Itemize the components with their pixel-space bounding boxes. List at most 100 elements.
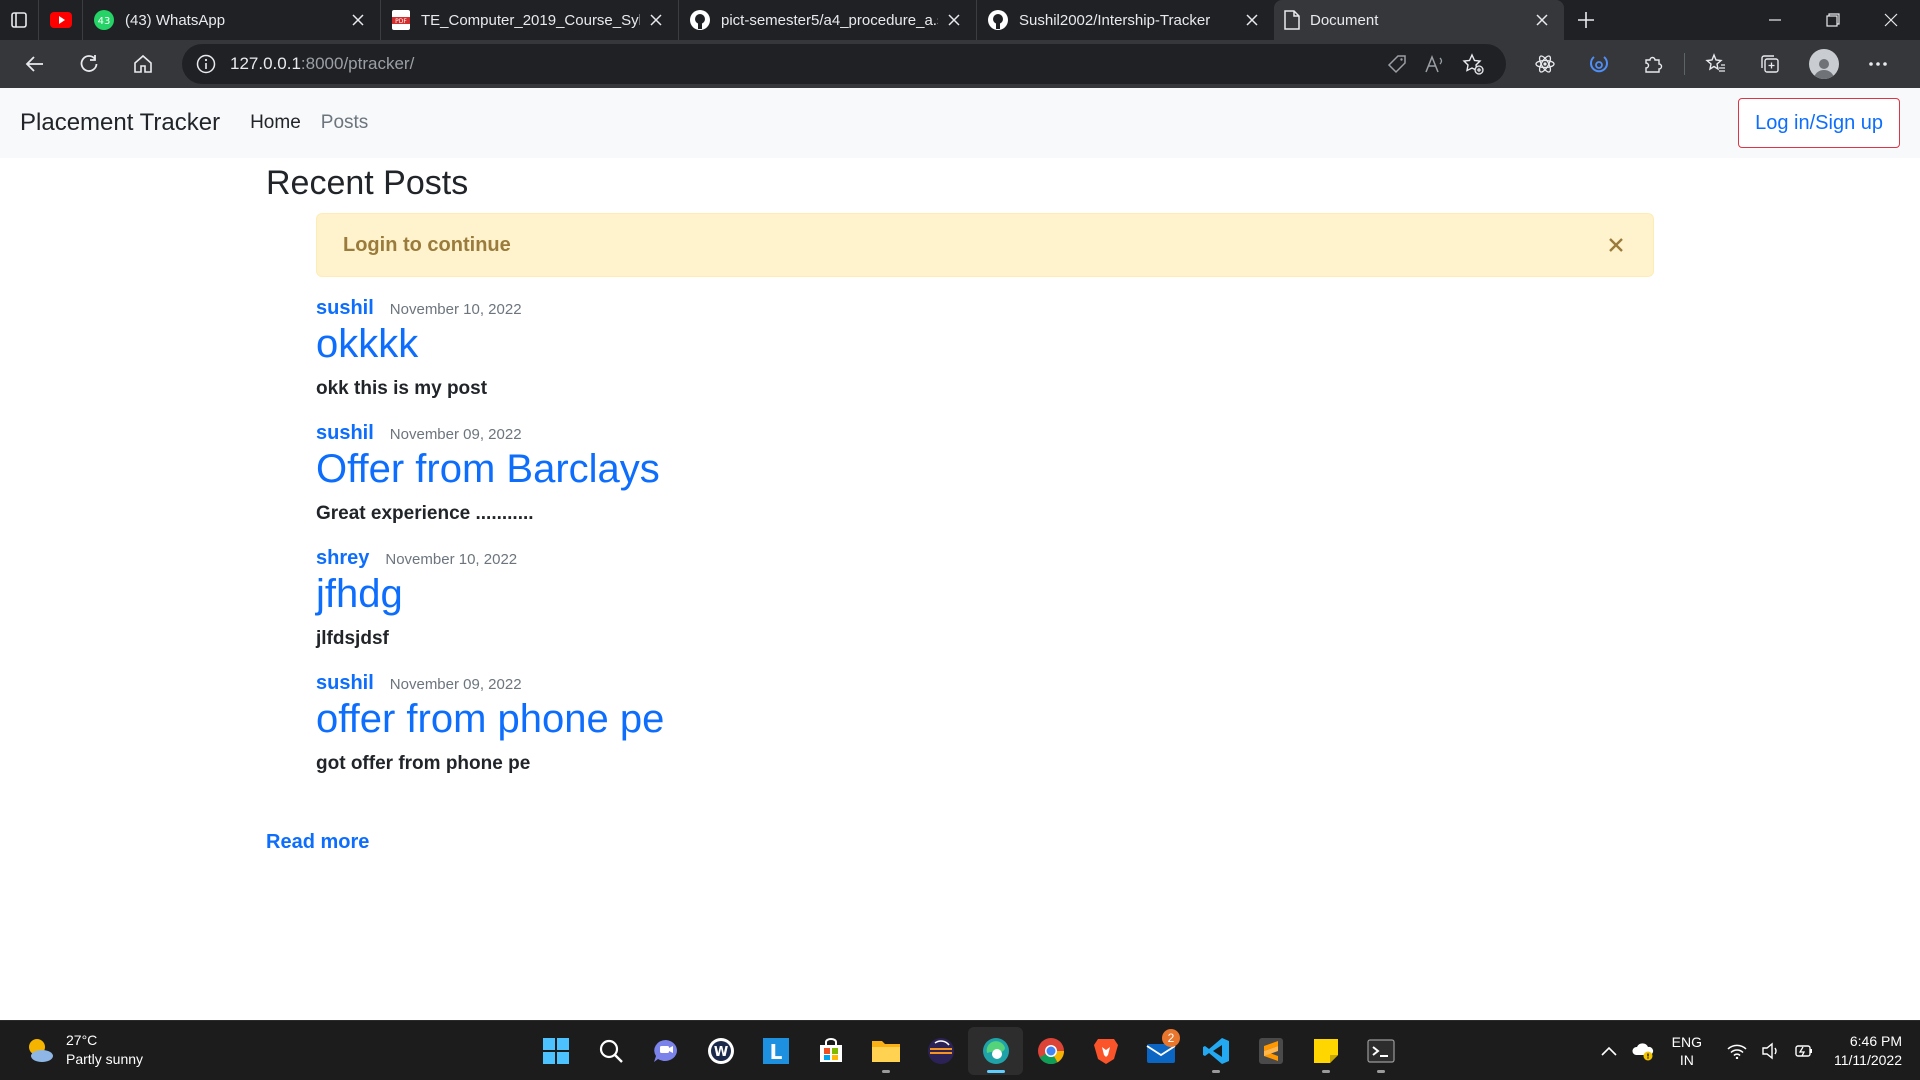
restore-icon (1826, 13, 1840, 27)
cloud-warning-icon (1632, 1043, 1653, 1061)
microsoft-store-button[interactable] (803, 1027, 858, 1075)
running-indicator (1376, 1070, 1385, 1073)
close-window-button[interactable] (1862, 0, 1920, 40)
tab-actions-button[interactable] (0, 0, 38, 40)
sublime-button[interactable] (1243, 1027, 1298, 1075)
avatar (1809, 49, 1839, 79)
minimize-button[interactable] (1746, 0, 1804, 40)
nav-posts-link[interactable]: Posts (321, 112, 369, 134)
sticky-notes-button[interactable] (1298, 1027, 1353, 1075)
post-author-link[interactable]: sushil (316, 297, 374, 320)
tab-github-pict[interactable]: pict-semester5/a4_procedure_a.s (678, 0, 976, 40)
react-devtools-button[interactable] (1518, 44, 1572, 84)
react-icon (1535, 55, 1555, 73)
teams-chat-button[interactable] (638, 1027, 693, 1075)
alert-close-button[interactable] (1605, 234, 1627, 256)
tab-pdf[interactable]: PDF TE_Computer_2019_Course_Sylla (380, 0, 678, 40)
post-author-link[interactable]: sushil (316, 422, 374, 445)
clock-button[interactable]: 6:46 PM 11/11/2022 (1834, 1032, 1902, 1070)
input-language-button[interactable]: ENG IN (1672, 1033, 1702, 1069)
profile-button[interactable] (1797, 44, 1851, 84)
url-path: :8000/ptracker/ (300, 54, 415, 73)
nav-home-link[interactable]: Home (250, 112, 301, 134)
wifi-button[interactable] (1722, 1036, 1752, 1066)
post-title-link[interactable]: offer from phone pe (316, 697, 664, 741)
close-tab-icon[interactable] (1242, 10, 1262, 30)
post-title-link[interactable]: jfhdg (316, 572, 403, 616)
add-favorite-button[interactable] (1454, 48, 1492, 80)
weather-widget[interactable]: 27°C Partly sunny (24, 1031, 143, 1069)
post-item: sushil November 09, 2022 Offer from Barc… (316, 422, 1656, 525)
terminal-button[interactable] (1353, 1027, 1408, 1075)
tab-document[interactable]: Document (1274, 0, 1564, 40)
close-icon (1884, 13, 1898, 27)
new-tab-button[interactable] (1564, 0, 1608, 40)
post-title-link[interactable]: Offer from Barclays (316, 447, 660, 491)
mail-button[interactable]: 2 (1133, 1027, 1188, 1075)
eclipse-button[interactable] (913, 1027, 968, 1075)
plus-icon (1578, 12, 1594, 28)
url-text[interactable]: 127.0.0.1:8000/ptracker/ (230, 54, 1378, 74)
app-l-button[interactable]: L (748, 1027, 803, 1075)
post-body: Great experience ........... (316, 503, 534, 524)
volume-button[interactable] (1756, 1036, 1786, 1066)
login-signup-button[interactable]: Log in/Sign up (1738, 98, 1900, 148)
window-controls (1746, 0, 1920, 40)
collections-icon (1761, 55, 1779, 73)
lang-primary: ENG (1671, 1034, 1702, 1050)
info-icon (196, 54, 216, 74)
star-add-icon (1462, 53, 1484, 75)
tab-title: Sushil2002/Intership-Tracker (1019, 11, 1211, 29)
tab-github-tracker[interactable]: Sushil2002/Intership-Tracker (976, 0, 1274, 40)
settings-more-button[interactable] (1851, 44, 1905, 84)
page-title: Recent Posts (266, 164, 469, 202)
read-aloud-icon (1425, 54, 1443, 73)
tab-whatsapp[interactable]: 43 (43) WhatsApp (82, 0, 380, 40)
speaker-icon (1762, 1042, 1777, 1060)
clock-date: 11/11/2022 (1834, 1052, 1902, 1068)
close-tab-icon[interactable] (944, 10, 964, 30)
extension-button[interactable] (1572, 44, 1626, 84)
vscode-button[interactable] (1188, 1027, 1243, 1075)
refresh-button[interactable] (66, 44, 112, 84)
address-bar[interactable]: 127.0.0.1:8000/ptracker/ (182, 44, 1506, 84)
taskbar-apps: W L 2 (528, 1027, 1408, 1075)
brand-link[interactable]: Placement Tracker (20, 109, 220, 137)
chrome-button[interactable] (1023, 1027, 1078, 1075)
extensions-button[interactable] (1626, 44, 1680, 84)
browser-tab-strip: 43 (43) WhatsApp PDF TE_Computer_2019_Co… (0, 0, 1920, 40)
read-aloud-button[interactable] (1416, 48, 1454, 80)
file-explorer-button[interactable] (858, 1027, 913, 1075)
edge-button[interactable] (968, 1027, 1023, 1075)
post-author-link[interactable]: sushil (316, 672, 374, 695)
github-icon (690, 10, 710, 30)
post-author-link[interactable]: shrey (316, 547, 369, 570)
tab-title: pict-semester5/a4_procedure_a.s (721, 11, 938, 29)
post-title-link[interactable]: okkkk (316, 322, 418, 366)
close-tab-icon[interactable] (348, 10, 368, 30)
windows-taskbar: 27°C Partly sunny W L 2 ENG IN 6:46 PM 1… (0, 1020, 1920, 1080)
lang-region: IN (1679, 1052, 1694, 1068)
pinned-tab-youtube[interactable] (38, 0, 82, 40)
app-w-button[interactable]: W (693, 1027, 748, 1075)
favorites-button[interactable] (1689, 44, 1743, 84)
start-button[interactable] (528, 1027, 583, 1075)
circle-extension-icon (1590, 56, 1608, 73)
edge-icon (982, 1038, 1009, 1064)
close-tab-icon[interactable] (646, 10, 666, 30)
battery-button[interactable] (1790, 1036, 1820, 1066)
restore-button[interactable] (1804, 0, 1862, 40)
user-icon (1814, 59, 1834, 79)
onedrive-button[interactable] (1628, 1036, 1658, 1066)
collections-button[interactable] (1743, 44, 1797, 84)
close-icon (1609, 238, 1623, 252)
close-tab-icon[interactable] (1532, 10, 1552, 30)
read-more-link[interactable]: Read more (266, 831, 369, 854)
back-button[interactable] (12, 44, 58, 84)
github-icon (988, 10, 1008, 30)
search-button[interactable] (583, 1027, 638, 1075)
show-hidden-icons-button[interactable] (1594, 1036, 1624, 1066)
home-button[interactable] (120, 44, 166, 84)
brave-button[interactable] (1078, 1027, 1133, 1075)
tag-button[interactable] (1378, 48, 1416, 80)
